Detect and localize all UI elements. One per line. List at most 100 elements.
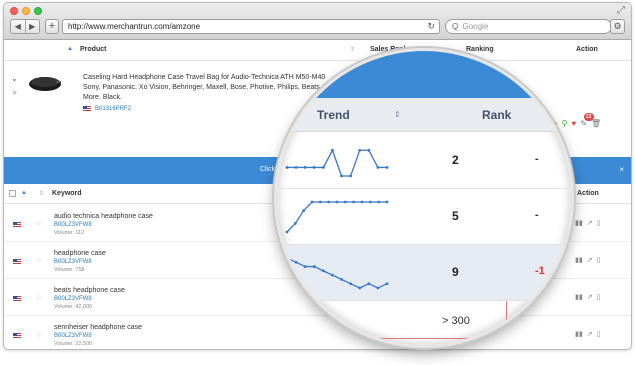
keyword-asin[interactable]: B00LZ3VFW8 xyxy=(54,296,92,302)
trash-icon[interactable]: ▯ xyxy=(597,330,601,338)
trend-line xyxy=(287,148,387,177)
trash-icon[interactable]: 🗑 xyxy=(591,119,601,128)
column-product[interactable]: Product xyxy=(80,46,106,53)
us-flag-icon xyxy=(13,296,21,301)
keyword-text[interactable]: audio technica headphone case xyxy=(54,213,153,220)
external-link-icon[interactable]: ↗ xyxy=(587,256,593,264)
back-forward-buttons: ◀ ▶ xyxy=(10,19,40,34)
search-input[interactable]: Q Google xyxy=(445,19,612,34)
chevron-down-icon[interactable]: ⌄ xyxy=(11,74,18,83)
trend-point xyxy=(294,260,298,264)
external-link-icon[interactable]: ↗ xyxy=(587,293,593,301)
trend-point xyxy=(327,200,331,204)
close-icon[interactable]: × xyxy=(619,165,624,174)
trash-icon[interactable]: ▯ xyxy=(597,293,601,301)
product-asin[interactable]: B01316PRF2 xyxy=(83,106,131,112)
trend-point xyxy=(340,174,343,178)
close-window-button[interactable] xyxy=(10,7,18,15)
select-all-checkbox[interactable] xyxy=(9,190,16,197)
keyword-asin[interactable]: B00LZ3VFW8 xyxy=(54,333,92,339)
trend-point xyxy=(312,265,316,268)
chart-icon[interactable]: ▮▮ xyxy=(575,256,583,264)
us-flag-icon xyxy=(13,333,21,338)
star-icon[interactable]: ☆ xyxy=(35,256,42,265)
trend-point xyxy=(302,209,306,212)
chart-icon[interactable]: ▮▮ xyxy=(575,219,583,227)
keyword-volume: Volume: 112 xyxy=(54,230,85,236)
trend-point xyxy=(331,273,334,277)
trend-line xyxy=(286,257,388,289)
star-icon[interactable]: ☆ xyxy=(35,330,42,339)
row-actions: ▮▮ ↗ ▯ xyxy=(575,256,600,264)
keyword-volume: Volume: 22,500 xyxy=(54,341,93,347)
trend-sparkline xyxy=(285,256,389,290)
forward-button[interactable]: ▶ xyxy=(26,20,40,33)
trash-icon[interactable]: ▯ xyxy=(597,219,601,227)
dropdown-tick: ▾ xyxy=(498,330,502,337)
keyword-asin[interactable]: B00LZ3VFW8 xyxy=(54,259,92,265)
sort-icon[interactable]: ⇕ xyxy=(394,110,401,119)
keyword-text[interactable]: beats headphone case xyxy=(54,287,125,294)
rank-change: - xyxy=(535,153,539,165)
sort-asc-icon[interactable]: ▲ xyxy=(21,190,27,196)
browser-toolbar: ⤢ ◀ ▶ + http://www.merchantrun.com/amzon… xyxy=(4,3,631,40)
column-trend[interactable]: Trend xyxy=(317,108,350,122)
rank-value: 2 xyxy=(452,153,459,167)
edit-icon[interactable]: ✎ xyxy=(580,119,587,128)
trend-point xyxy=(385,166,389,169)
sort-icon[interactable]: ⇕ xyxy=(39,190,44,197)
us-flag-icon xyxy=(83,106,91,111)
column-keyword[interactable]: Keyword xyxy=(52,190,82,197)
trend-point xyxy=(335,200,339,204)
trend-sparkline xyxy=(285,148,389,178)
trend-point xyxy=(385,200,389,204)
minimize-window-button[interactable] xyxy=(22,7,30,15)
trend-point xyxy=(285,230,289,234)
row-actions: ▮▮ ↗ ▯ xyxy=(575,293,600,301)
trend-line xyxy=(286,201,387,233)
keyword-volume: Volume: 42,000 xyxy=(54,304,93,310)
column-rank[interactable]: Rank xyxy=(482,108,511,122)
trend-point xyxy=(321,166,325,169)
heart-icon[interactable]: ♥ xyxy=(572,119,577,128)
row-actions: ▮▮ ↗ ▯ xyxy=(575,330,600,338)
trend-point xyxy=(358,148,362,152)
magnified-banner xyxy=(277,51,571,98)
rank-value: > 300 xyxy=(442,315,470,327)
trend-point xyxy=(312,166,316,169)
star-icon[interactable]: ☆ xyxy=(35,293,42,302)
external-link-icon[interactable]: ↗ xyxy=(587,330,593,338)
highlight-box xyxy=(317,301,507,339)
trend-point xyxy=(293,222,297,225)
trend-point xyxy=(376,286,380,290)
trend-row: 9 -1 xyxy=(277,245,571,301)
chart-icon[interactable]: ▮▮ xyxy=(575,293,583,301)
trash-icon[interactable]: ▯ xyxy=(597,256,601,264)
search-icon: Q xyxy=(452,22,459,31)
star-icon[interactable]: ★ xyxy=(11,88,18,97)
trend-point xyxy=(360,200,364,204)
trend-point xyxy=(349,282,353,286)
url-text: http://www.merchantrun.com/amzone xyxy=(68,22,201,31)
trend-point xyxy=(285,256,289,260)
settings-menu-button[interactable]: ⚙ xyxy=(610,19,625,34)
keyword-asin[interactable]: B00LZ3VFW8 xyxy=(54,222,92,228)
rank-value: 5 xyxy=(452,209,459,223)
new-tab-button[interactable]: + xyxy=(45,19,59,34)
trend-point xyxy=(343,200,347,204)
trend-point xyxy=(367,282,371,286)
search-placeholder: Google xyxy=(462,22,489,31)
external-link-icon[interactable]: ↗ xyxy=(587,219,593,227)
zoom-window-button[interactable] xyxy=(34,7,42,15)
star-icon[interactable]: ☆ xyxy=(35,219,42,228)
keyword-text[interactable]: sennheiser headphone case xyxy=(54,324,142,331)
sort-asc-icon[interactable]: ▲ xyxy=(67,46,73,52)
keyword-text[interactable]: headphone case xyxy=(54,250,106,257)
us-flag-icon xyxy=(13,222,21,227)
address-bar[interactable]: http://www.merchantrun.com/amzone ↻ xyxy=(62,19,440,34)
chart-icon[interactable]: ▮▮ xyxy=(575,330,583,338)
back-button[interactable]: ◀ xyxy=(11,20,26,33)
fullscreen-icon[interactable]: ⤢ xyxy=(617,5,625,16)
magnifier-lens: Trend ⇕ Rank 2 - 5 - 9 -1 > 300 ▾ xyxy=(274,48,574,348)
reload-icon[interactable]: ↻ xyxy=(427,20,435,33)
